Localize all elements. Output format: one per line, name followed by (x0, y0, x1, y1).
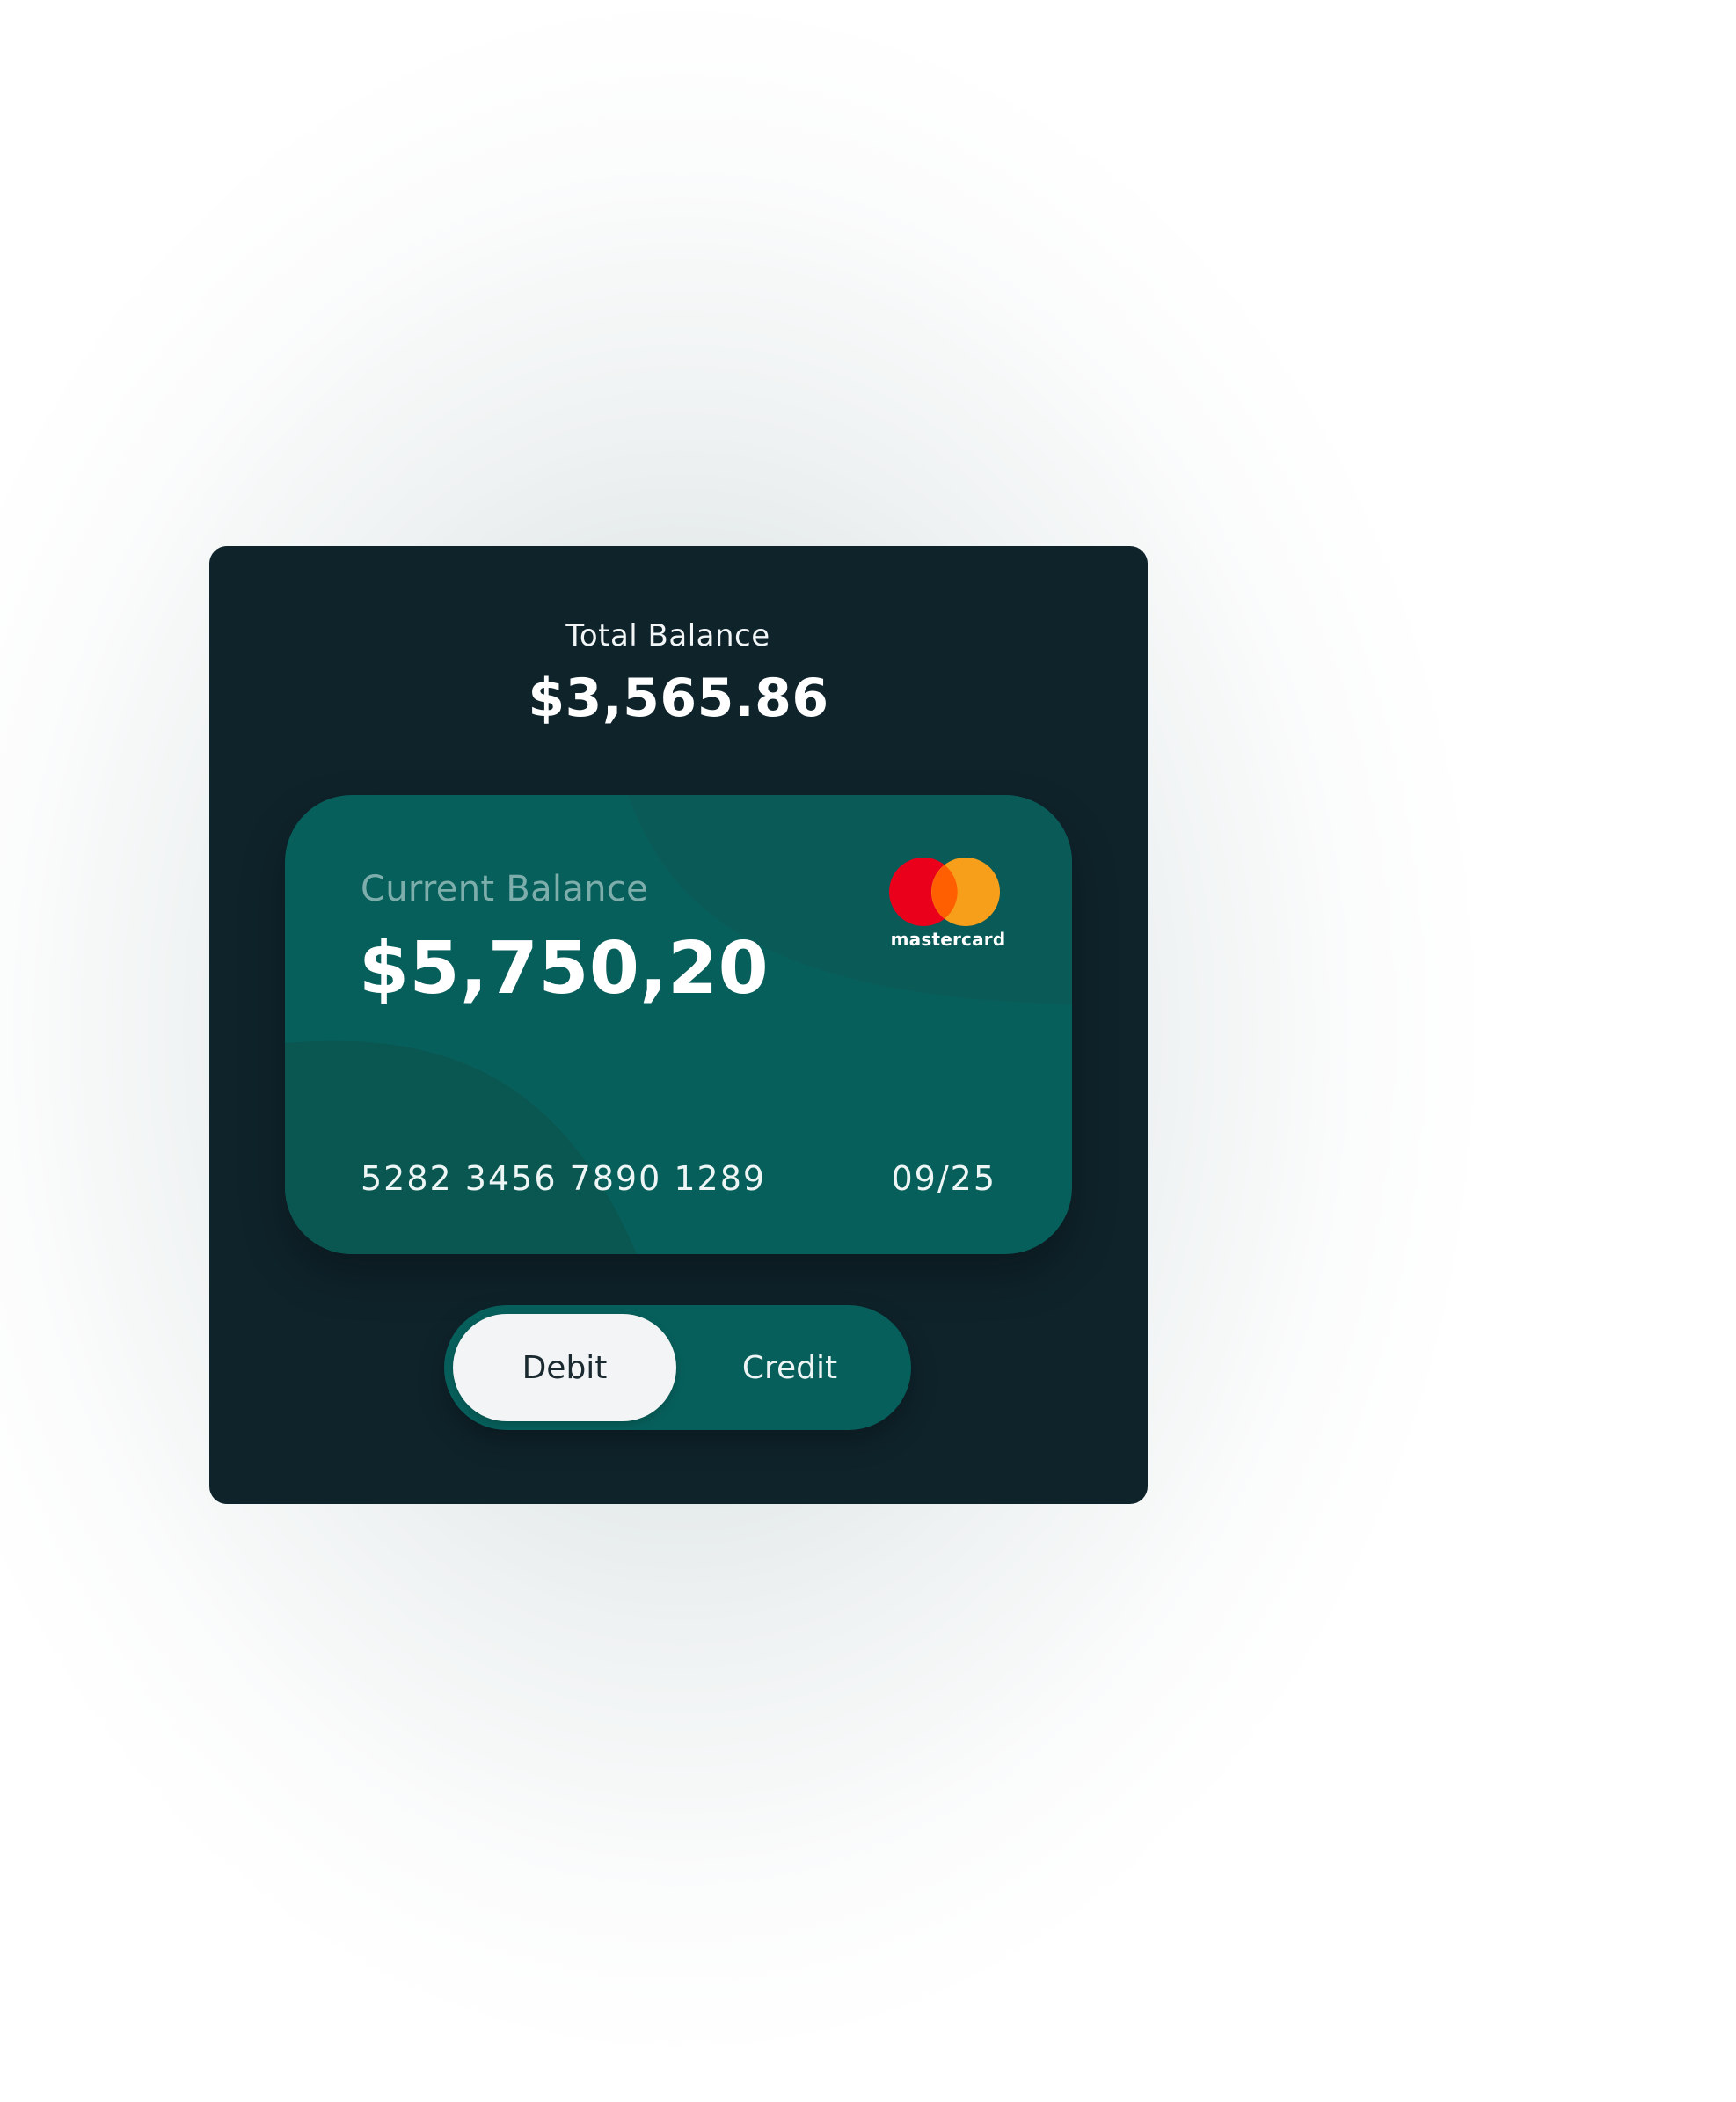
current-balance-label: Current Balance (361, 869, 648, 909)
balance-panel: Total Balance $3,565.86 Current Balance … (209, 546, 1148, 1504)
card-number: 5282 3456 7890 1289 (361, 1159, 767, 1198)
mastercard-wordmark: mastercard (890, 929, 1006, 950)
credit-card[interactable]: Current Balance $5,750,20 mastercard 528… (285, 795, 1072, 1254)
total-balance-label: Total Balance (565, 618, 770, 653)
card-expiry: 09/25 (891, 1159, 996, 1198)
total-balance-amount: $3,565.86 (528, 668, 829, 729)
current-balance-amount: $5,750,20 (359, 927, 770, 1011)
toggle-option-debit[interactable]: Debit (453, 1314, 676, 1421)
debit-credit-toggle[interactable]: Debit Credit (444, 1305, 911, 1430)
mastercard-logo-icon: mastercard (886, 857, 1010, 953)
toggle-option-credit[interactable]: Credit (678, 1314, 901, 1421)
